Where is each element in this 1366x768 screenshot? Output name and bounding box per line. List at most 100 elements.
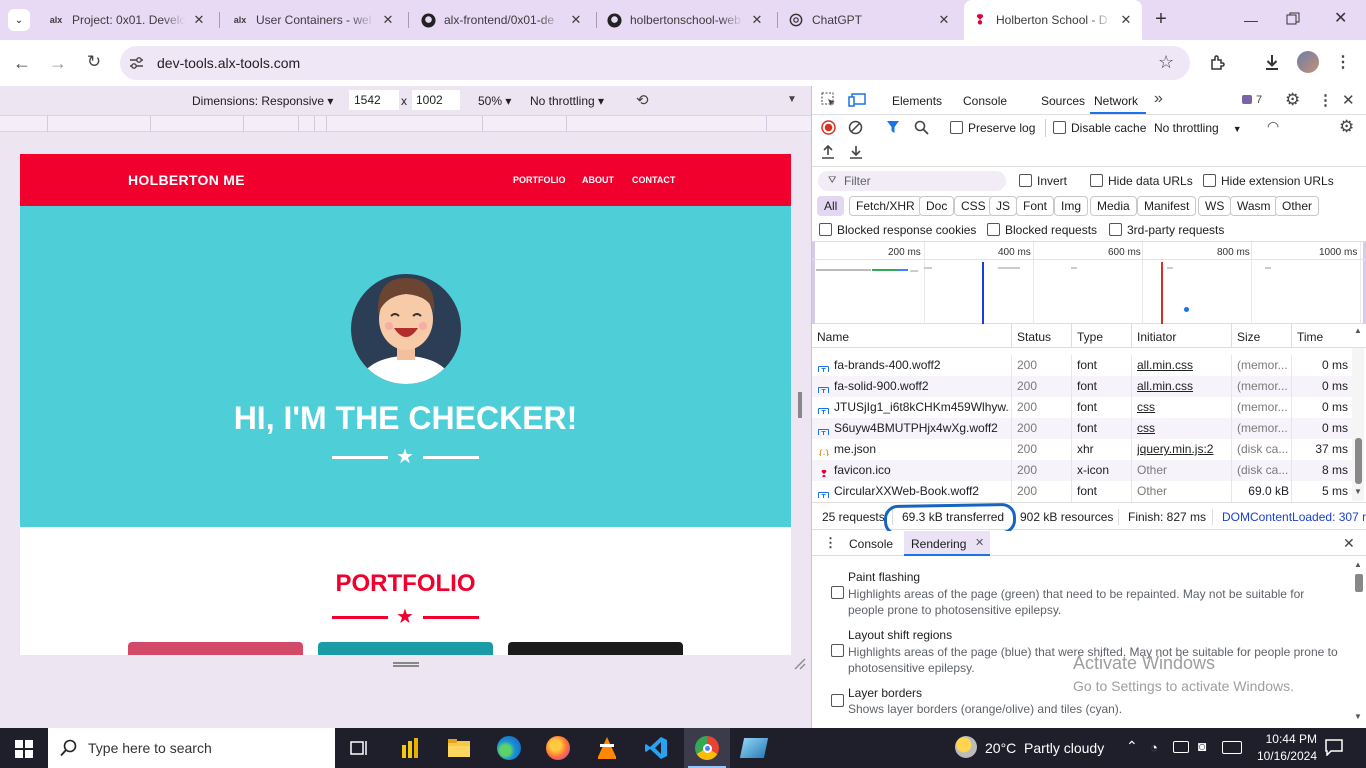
import-har-icon[interactable] bbox=[821, 144, 835, 162]
blocked-cookies-checkbox[interactable] bbox=[819, 223, 832, 236]
close-tab-icon[interactable]: ✕ bbox=[936, 12, 952, 28]
request-initiator[interactable]: all.min.css bbox=[1137, 376, 1227, 397]
col-initiator[interactable]: Initiator bbox=[1137, 330, 1176, 344]
close-tab-icon[interactable]: ✕ bbox=[749, 12, 765, 28]
col-size[interactable]: Size bbox=[1237, 330, 1260, 344]
table-row[interactable]: {·} me.json 200 xhr jquery.min.js:2 (disk ca.… bbox=[812, 439, 1354, 460]
close-tab-icon[interactable]: ✕ bbox=[191, 12, 207, 28]
taskbar-edge-icon[interactable] bbox=[497, 736, 521, 760]
show-hidden-icons-icon[interactable]: ⌃ bbox=[1126, 738, 1138, 755]
layout-shift-checkbox[interactable] bbox=[831, 644, 844, 657]
close-devtools-icon[interactable]: ✕ bbox=[1342, 91, 1355, 109]
address-bar[interactable]: dev-tools.alx-tools.com ☆ bbox=[120, 46, 1190, 80]
paint-flashing-checkbox[interactable] bbox=[831, 586, 844, 599]
device-toggle-icon[interactable] bbox=[848, 92, 866, 111]
preserve-log-checkbox[interactable] bbox=[950, 121, 963, 134]
close-tab-icon[interactable]: ✕ bbox=[1118, 12, 1134, 28]
request-initiator[interactable]: css bbox=[1137, 397, 1227, 418]
table-scrollbar[interactable]: ▼ bbox=[1352, 348, 1364, 501]
inspect-element-icon[interactable] bbox=[821, 92, 837, 111]
close-drawer-icon[interactable]: ✕ bbox=[1343, 535, 1355, 552]
scroll-down-arrow-icon[interactable]: ▼ bbox=[1354, 712, 1362, 721]
drawer-tab-rendering[interactable]: Rendering ✕ bbox=[904, 531, 990, 556]
taskbar-search-box[interactable]: Type here to search bbox=[48, 728, 335, 768]
portfolio-card[interactable] bbox=[128, 642, 303, 655]
scroll-up-arrow-icon[interactable]: ▲ bbox=[1354, 326, 1362, 335]
nav-about[interactable]: ABOUT bbox=[582, 175, 614, 185]
taskbar-app-icon[interactable] bbox=[739, 738, 769, 758]
rendering-scrollbar-thumb[interactable] bbox=[1355, 574, 1363, 592]
taskbar-vlc-icon[interactable] bbox=[596, 736, 618, 763]
site-info-icon[interactable] bbox=[128, 55, 144, 71]
nav-contact[interactable]: CONTACT bbox=[632, 175, 675, 185]
tab-holbertonschool-web[interactable]: holbertonschool-web ✕ bbox=[598, 6, 773, 34]
request-initiator[interactable]: all.min.css bbox=[1137, 355, 1227, 376]
profile-avatar[interactable] bbox=[1297, 51, 1319, 73]
table-row[interactable]: T CircularXXWeb-Book.woff2 200 font Other 69.… bbox=[812, 481, 1354, 502]
scroll-down-arrow-icon[interactable]: ▼ bbox=[1354, 487, 1362, 496]
chip-manifest[interactable]: Manifest bbox=[1137, 196, 1197, 216]
request-initiator[interactable]: css bbox=[1137, 418, 1227, 439]
tab-sources[interactable]: Sources bbox=[1041, 94, 1085, 108]
chip-js[interactable]: JS bbox=[989, 196, 1018, 216]
hide-data-urls-checkbox[interactable] bbox=[1090, 174, 1103, 187]
speaker-icon[interactable]: ◙ bbox=[1198, 738, 1206, 754]
dimensions-select[interactable]: Dimensions: Responsive ▾ bbox=[192, 94, 333, 108]
menu-kebab-icon[interactable]: ⋮ bbox=[1335, 52, 1351, 72]
hide-extension-urls-checkbox[interactable] bbox=[1203, 174, 1216, 187]
chip-font[interactable]: Font bbox=[1016, 196, 1055, 216]
weather-icon[interactable] bbox=[955, 736, 977, 758]
issues-count[interactable]: 7 bbox=[1256, 94, 1262, 106]
chip-other[interactable]: Other bbox=[1275, 196, 1320, 216]
table-row[interactable]: Tfa-solid-900.woff2 200 font all.min.css (me… bbox=[812, 376, 1354, 397]
clock-date[interactable]: 10/16/2024 bbox=[1250, 749, 1317, 763]
chip-media[interactable]: Media bbox=[1090, 196, 1137, 216]
filter-input[interactable]: ⛛ Filter bbox=[818, 171, 1006, 191]
col-status[interactable]: Status bbox=[1017, 330, 1051, 344]
restore-icon[interactable] bbox=[1286, 12, 1306, 28]
tab-elements[interactable]: Elements bbox=[892, 94, 942, 108]
timeline-overview[interactable]: 200 ms 400 ms 600 ms 800 ms 1000 ms bbox=[812, 242, 1366, 324]
table-row[interactable]: Tfa-brands-400.woff2 200 font all.min.css (m… bbox=[812, 355, 1354, 376]
drawer-tab-console[interactable]: Console bbox=[849, 537, 893, 551]
layer-borders-checkbox[interactable] bbox=[831, 694, 844, 707]
table-row[interactable]: ❢ favicon.ico 200 x-icon Other (disk ca... 8 m… bbox=[812, 460, 1354, 481]
zoom-select[interactable]: 50% ▾ bbox=[478, 94, 511, 108]
height-input[interactable]: 1002 bbox=[412, 90, 460, 110]
rendering-scrollbar[interactable]: ▲ ▼ bbox=[1352, 556, 1364, 728]
battery-icon[interactable] bbox=[1173, 741, 1189, 753]
blocked-requests-checkbox[interactable] bbox=[987, 223, 1000, 236]
settings-gear-icon[interactable]: ⚙ bbox=[1285, 90, 1300, 110]
chip-doc[interactable]: Doc bbox=[919, 196, 955, 216]
weather-text[interactable]: 20°C Partly cloudy bbox=[985, 740, 1104, 756]
width-input[interactable]: 1542 bbox=[349, 90, 399, 110]
tab-project[interactable]: alx Project: 0x01. Develop ✕ bbox=[40, 6, 215, 34]
drawer-menu-icon[interactable]: ⋮ bbox=[824, 535, 837, 551]
keyboard-icon[interactable] bbox=[1222, 741, 1242, 754]
request-initiator[interactable]: Other bbox=[1137, 481, 1227, 502]
table-row[interactable]: T JTUSjIg1_i6t8kCHKm459Wlhyw... 200 font css… bbox=[812, 397, 1354, 418]
resize-corner-icon[interactable] bbox=[794, 658, 806, 670]
clock-time[interactable]: 10:44 PM bbox=[1255, 732, 1317, 746]
tab-user-containers[interactable]: alx User Containers - wel ✕ bbox=[224, 6, 404, 34]
third-party-checkbox[interactable] bbox=[1109, 223, 1122, 236]
chip-ws[interactable]: WS bbox=[1198, 196, 1232, 216]
export-har-icon[interactable] bbox=[849, 144, 863, 162]
chip-img[interactable]: Img bbox=[1054, 196, 1089, 216]
devtools-menu-icon[interactable]: ⋮ bbox=[1318, 91, 1333, 109]
filter-funnel-icon[interactable] bbox=[886, 120, 900, 137]
issues-icon[interactable] bbox=[1242, 95, 1252, 104]
task-view-icon[interactable] bbox=[350, 739, 370, 760]
minimize-icon[interactable]: — bbox=[1236, 12, 1266, 28]
col-type[interactable]: Type bbox=[1077, 330, 1103, 344]
throttling-select[interactable]: No throttling ▾ bbox=[530, 94, 604, 108]
close-tab-icon[interactable]: ✕ bbox=[380, 12, 396, 28]
network-throttling-select[interactable]: No throttling ▼ bbox=[1154, 121, 1242, 135]
reload-icon[interactable]: ↻ bbox=[84, 52, 104, 72]
disable-cache-checkbox[interactable] bbox=[1053, 121, 1066, 134]
close-rendering-tab-icon[interactable]: ✕ bbox=[975, 536, 984, 549]
tab-search-button[interactable]: ⌄ bbox=[8, 9, 30, 31]
rotate-icon[interactable]: ⟲ bbox=[636, 91, 649, 109]
tab-chatgpt[interactable]: ChatGPT ✕ bbox=[780, 6, 960, 34]
extensions-icon[interactable] bbox=[1208, 53, 1228, 73]
